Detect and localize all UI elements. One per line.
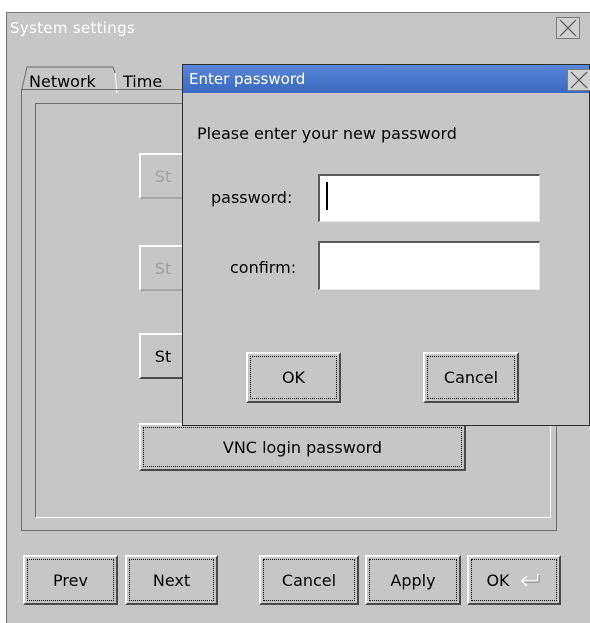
ok-button[interactable]: OK: [467, 555, 561, 605]
dialog-title: Enter password: [189, 70, 306, 88]
dialog-cancel-button[interactable]: Cancel: [423, 352, 519, 403]
vnc-login-password-button[interactable]: VNC login password: [139, 423, 466, 471]
dialog-cancel-label: Cancel: [443, 368, 499, 387]
apply-label: Apply: [390, 570, 436, 590]
password-field[interactable]: [318, 174, 540, 222]
hidden-button-1-label: St: [154, 166, 172, 186]
close-icon: [559, 19, 577, 37]
vnc-button-label: VNC login password: [222, 437, 383, 457]
window-titlebar[interactable]: System settings: [7, 13, 590, 43]
confirm-field[interactable]: [318, 241, 540, 290]
prev-label: Prev: [53, 570, 88, 590]
dialog-titlebar[interactable]: Enter password: [183, 65, 589, 93]
apply-button[interactable]: Apply: [365, 555, 461, 605]
enter-password-dialog: Enter password Please enter your new pas…: [182, 64, 590, 426]
cancel-label: Cancel: [281, 570, 337, 590]
next-button[interactable]: Next: [125, 555, 218, 605]
ok-label: OK: [486, 570, 510, 590]
hidden-button-3-label: St: [154, 346, 172, 366]
cancel-button[interactable]: Cancel: [259, 555, 359, 605]
password-label: password:: [211, 188, 293, 207]
confirm-label: confirm:: [230, 258, 297, 277]
dialog-ok-label: OK: [281, 368, 306, 387]
window-title: System settings: [10, 19, 136, 37]
next-label: Next: [152, 570, 191, 590]
window-close-button[interactable]: [556, 17, 580, 39]
prev-button[interactable]: Prev: [23, 555, 118, 605]
dialog-close-button[interactable]: [567, 69, 590, 91]
close-icon: [570, 71, 588, 89]
dialog-ok-button[interactable]: OK: [246, 352, 341, 403]
return-key-icon: [520, 574, 539, 587]
hidden-button-2-label: St: [154, 258, 172, 278]
text-caret: [326, 182, 328, 210]
dialog-prompt: Please enter your new password: [197, 124, 457, 143]
